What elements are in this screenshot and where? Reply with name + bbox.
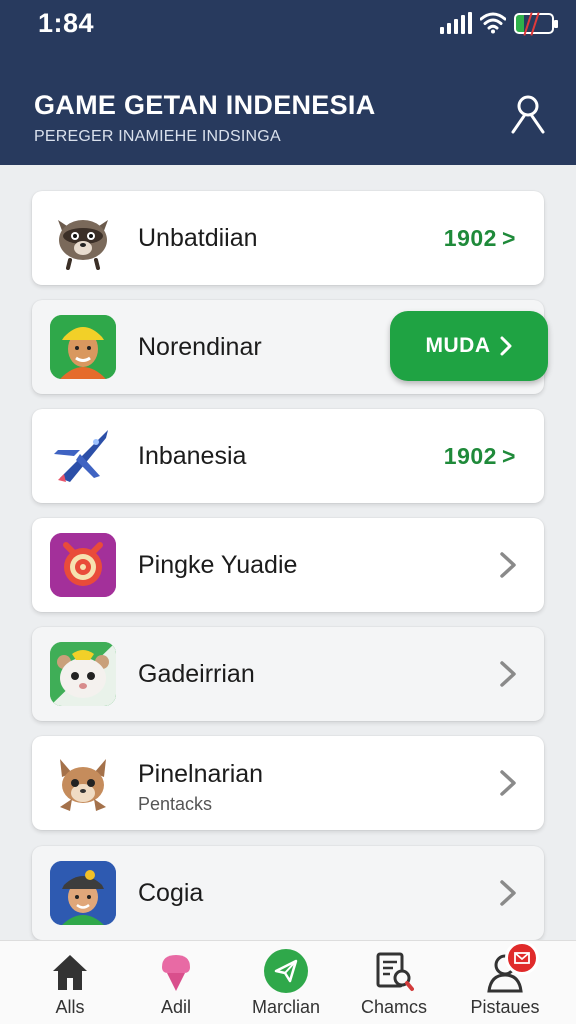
game-value: 1902 >	[443, 443, 516, 469]
nav-label: Marclian	[251, 997, 321, 1017]
game-title: Inbanesia	[138, 442, 247, 470]
status-icons	[440, 11, 558, 36]
paper-plane-icon	[264, 949, 308, 993]
nav-label: Alls	[55, 997, 85, 1017]
boy-cap-icon	[50, 861, 116, 925]
bottom-nav: Alls Adil Marclian Chamcs Pistaues	[0, 940, 576, 1024]
nav-item-adil[interactable]: Adil	[126, 941, 226, 1024]
target-icon	[50, 533, 116, 597]
status-time: 1:84	[38, 8, 95, 38]
nav-label: Pistaues	[470, 997, 540, 1017]
signal-icon	[440, 12, 472, 34]
game-card[interactable]: Cogia	[32, 846, 544, 940]
nav-item-marclian[interactable]: Marclian	[236, 941, 336, 1024]
game-title: Norendinar	[138, 333, 262, 361]
hamster-icon	[50, 642, 116, 706]
ice-cream-icon	[162, 955, 190, 991]
raccoon-icon	[50, 206, 116, 270]
game-card[interactable]: Pinelnarian Pentacks	[32, 736, 544, 830]
mail-icon	[514, 952, 530, 964]
wifi-icon	[480, 12, 506, 34]
game-card[interactable]: Inbanesia 1902 >	[32, 409, 544, 503]
chevron-right-icon	[500, 880, 516, 906]
game-title: Pinelnarian	[138, 760, 264, 788]
nav-item-chamcs[interactable]: Chamcs	[344, 941, 444, 1024]
nav-item-pistaues[interactable]: Pistaues	[455, 941, 555, 1024]
game-title: Cogia	[138, 879, 204, 907]
page-title: GAME GETAN INDENESIA	[34, 90, 376, 120]
home-icon	[53, 955, 87, 990]
game-value: 1902 >	[443, 225, 516, 251]
battery-icon	[514, 11, 558, 36]
profile-icon[interactable]	[510, 94, 546, 134]
game-title: Pingke Yuadie	[138, 551, 298, 579]
game-card[interactable]: Pingke Yuadie	[32, 518, 544, 612]
game-title: Gadeirrian	[138, 660, 255, 688]
muda-button[interactable]: MUDA	[390, 311, 548, 381]
squirrel-icon	[50, 751, 116, 815]
chevron-right-icon	[500, 770, 516, 796]
game-subtitle: Pentacks	[138, 794, 213, 814]
muda-button-label: MUDA	[425, 334, 491, 357]
chevron-right-icon	[500, 336, 511, 356]
chevron-right-icon	[500, 552, 516, 578]
game-title: Unbatdiian	[138, 224, 258, 252]
app-header: 1:84 GAME GETAN INDENESIA PEREGER INAMIE…	[0, 0, 576, 165]
man-hardhat-icon	[50, 315, 116, 379]
page-subtitle: PEREGER INAMIEHE INDSINGA	[34, 128, 281, 145]
notification-badge	[505, 941, 539, 975]
document-search-icon	[376, 952, 414, 991]
jet-fighter-icon	[50, 424, 116, 488]
nav-label: Chamcs	[360, 997, 427, 1017]
nav-item-alls[interactable]: Alls	[20, 941, 120, 1024]
game-card[interactable]: Gadeirrian	[32, 627, 544, 721]
game-card[interactable]: Unbatdiian 1902 >	[32, 191, 544, 285]
nav-label: Adil	[160, 997, 191, 1017]
chevron-right-icon	[500, 661, 516, 687]
